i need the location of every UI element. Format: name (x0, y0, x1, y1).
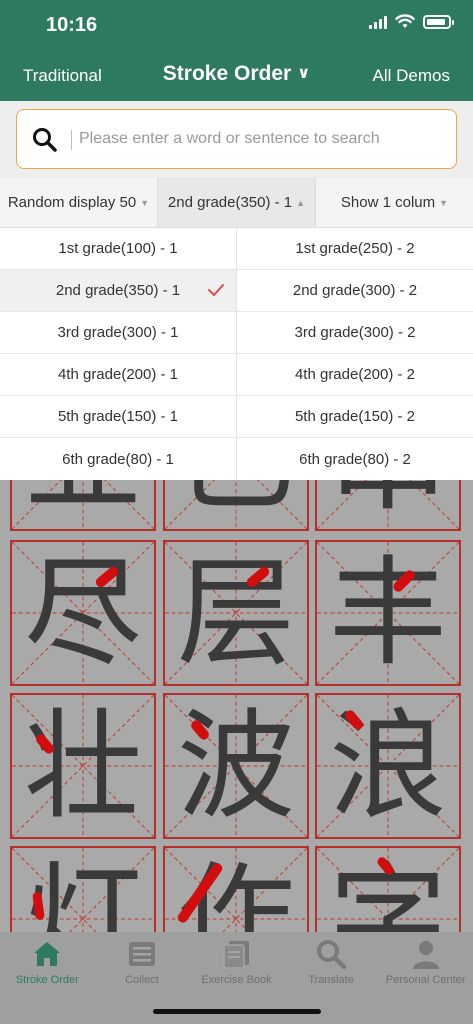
grade-option[interactable]: 4th grade(200) - 2 (237, 354, 473, 396)
character-cell[interactable]: 串 (315, 480, 461, 531)
character-glyph: 波 (176, 697, 295, 835)
random-display-filter[interactable]: Random display 50 ▼ (0, 178, 158, 227)
option-label: 1st grade(250) - 2 (295, 240, 415, 257)
page-title-label: Stroke Order (162, 62, 292, 85)
tab-stroke-order[interactable]: Stroke Order (0, 932, 95, 1024)
grade-column-2: 1st grade(250) - 2 2nd grade(300) - 2 3r… (237, 228, 473, 480)
caret-up-icon: ▲ (296, 197, 306, 208)
option-label: 4th grade(200) - 2 (294, 366, 416, 383)
character-glyph: 尽 (23, 544, 142, 682)
grade-filter[interactable]: 2nd grade(350) - 1 ▲ (158, 178, 316, 227)
option-label: 5th grade(150) - 1 (57, 408, 179, 425)
character-grid: 业 已 串 尽 层 丰 壮 波 浪 灯 (0, 480, 473, 932)
checkmark-icon (208, 284, 224, 296)
character-cell[interactable]: 丰 (315, 540, 461, 686)
option-label: 6th grade(80) - 1 (62, 450, 174, 468)
option-label: 4th grade(200) - 1 (57, 366, 179, 383)
grade-option[interactable]: 6th grade(80) - 1 (0, 438, 236, 480)
character-glyph: 浪 (328, 697, 447, 835)
caret-down-icon: ▼ (140, 197, 150, 208)
tab-label: Translate (308, 974, 354, 986)
column-filter[interactable]: Show 1 colum ▼ (316, 178, 473, 227)
home-indicator[interactable] (153, 1009, 321, 1014)
grade-option[interactable]: 3rd grade(300) - 2 (237, 312, 473, 354)
option-label: 3rd grade(300) - 2 (294, 324, 416, 341)
option-label: 5th grade(150) - 2 (294, 408, 416, 425)
grade-dropdown: 1st grade(100) - 1 2nd grade(350) - 1 3r… (0, 228, 473, 480)
character-cell[interactable]: 业 (10, 480, 156, 531)
character-cell[interactable]: 作 (163, 846, 309, 932)
status-time: 10:16 (46, 14, 98, 36)
character-glyph: 层 (176, 544, 295, 682)
battery-icon (423, 15, 454, 29)
character-glyph: 壮 (23, 697, 142, 835)
character-cell[interactable]: 浪 (315, 693, 461, 839)
tab-label: Stroke Order (15, 974, 79, 986)
character-glyph: 字 (328, 850, 447, 932)
text-cursor (71, 130, 72, 150)
grade-option[interactable]: 3rd grade(300) - 1 (0, 312, 236, 354)
grade-option[interactable]: 4th grade(200) - 1 (0, 354, 236, 396)
grade-option[interactable]: 2nd grade(300) - 2 (237, 270, 473, 312)
cellular-signal-icon (369, 15, 387, 29)
character-cell[interactable]: 已 (163, 480, 309, 531)
tab-label: Collect (125, 974, 159, 986)
filter-label: Show 1 colum (340, 194, 436, 211)
grade-option[interactable]: 1st grade(100) - 1 (0, 228, 236, 270)
character-cell[interactable]: 壮 (10, 693, 156, 839)
character-cell[interactable]: 字 (315, 846, 461, 932)
grade-column-1: 1st grade(100) - 1 2nd grade(350) - 1 3r… (0, 228, 237, 480)
option-label: 2nd grade(300) - 2 (292, 282, 418, 299)
home-icon (34, 942, 61, 966)
grade-option[interactable]: 5th grade(150) - 1 (0, 396, 236, 438)
character-glyph: 已 (165, 480, 307, 529)
option-label: 3rd grade(300) - 1 (57, 324, 179, 341)
status-icons (369, 14, 454, 30)
book-icon (223, 941, 250, 969)
character-cell[interactable]: 波 (163, 693, 309, 839)
tab-label: Personal Center (385, 974, 466, 986)
search-box[interactable] (16, 109, 457, 169)
grade-option[interactable]: 6th grade(80) - 2 (237, 438, 473, 480)
header: 10:16 Traditional Stroke Order ∨ All Demo… (0, 0, 473, 101)
tab-label: Exercise Book (201, 974, 272, 986)
filter-bar: Random display 50 ▼ 2nd grade(350) - 1 ▲ S… (0, 178, 473, 228)
character-glyph: 串 (317, 480, 459, 529)
character-cell[interactable]: 层 (163, 540, 309, 686)
character-cell[interactable]: 灯 (10, 846, 156, 932)
character-glyph: 业 (12, 480, 154, 529)
search-icon (317, 940, 347, 970)
search-area (0, 101, 473, 178)
caret-down-icon: ▼ (439, 197, 449, 208)
chevron-down-icon: ∨ (297, 65, 311, 82)
tab-personal-center[interactable]: Personal Center (378, 932, 473, 1024)
grade-option[interactable]: 5th grade(150) - 2 (237, 396, 473, 438)
character-glyph: 丰 (328, 544, 447, 682)
wifi-icon (395, 14, 415, 28)
character-glyph: 灯 (23, 850, 142, 932)
character-cell[interactable]: 尽 (10, 540, 156, 686)
search-input[interactable] (79, 110, 444, 168)
grade-option[interactable]: 1st grade(250) - 2 (237, 228, 473, 270)
filter-label: 2nd grade(350) - 1 (167, 194, 293, 211)
option-label: 6th grade(80) - 2 (299, 450, 411, 468)
filter-label: Random display 50 (7, 194, 137, 211)
option-label: 2nd grade(350) - 1 (55, 282, 181, 299)
option-label: 1st grade(100) - 1 (58, 240, 178, 257)
person-icon (412, 941, 439, 969)
list-icon (128, 942, 155, 966)
all-demos-button[interactable]: All Demos (373, 66, 450, 86)
grade-option-selected[interactable]: 2nd grade(350) - 1 (0, 270, 236, 312)
search-icon (33, 128, 57, 152)
